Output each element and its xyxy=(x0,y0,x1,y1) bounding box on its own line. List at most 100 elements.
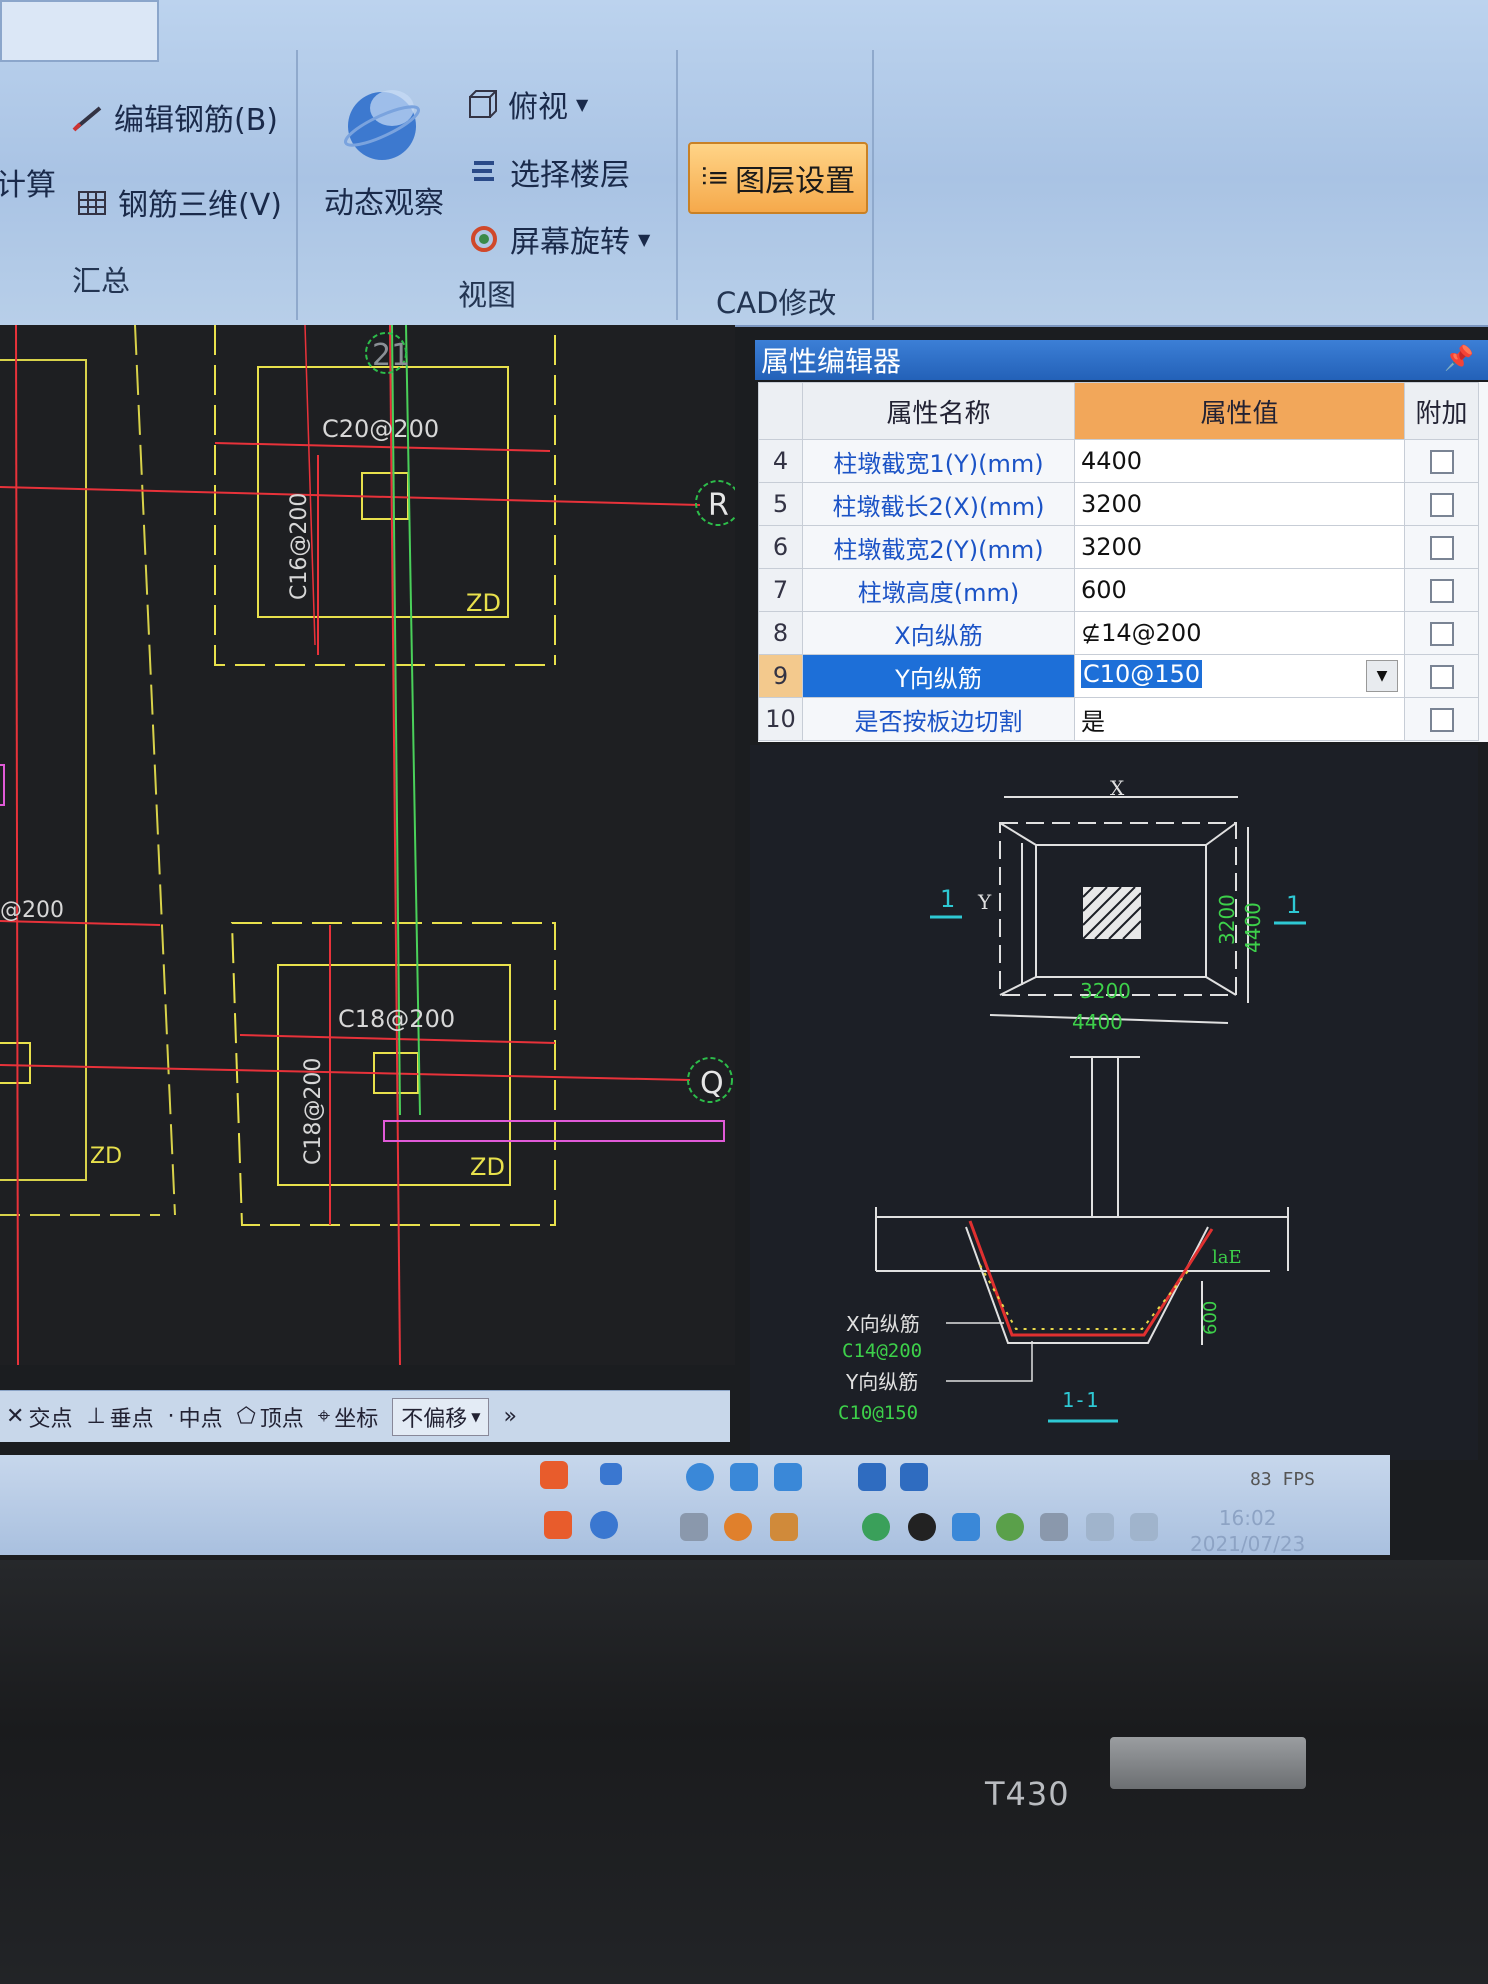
printer-icon[interactable] xyxy=(680,1513,708,1541)
extra-checkbox[interactable] xyxy=(1429,579,1454,603)
section-name-label: 1-1 xyxy=(1062,1388,1098,1412)
floor-layers-icon xyxy=(468,157,502,187)
property-value[interactable]: ⊈14@200 xyxy=(1074,611,1405,655)
rebar-3d-button[interactable]: 钢筋三维(V) xyxy=(76,180,282,224)
dim-3200-horizontal: 3200 xyxy=(1080,979,1131,1003)
microphone-icon[interactable] xyxy=(730,1463,758,1491)
green-beam-2 xyxy=(405,325,421,1116)
extra-checkbox[interactable] xyxy=(1429,493,1454,517)
app-tray-icon[interactable] xyxy=(724,1513,752,1541)
layer-settings-icon: ⫶≡ xyxy=(700,162,730,193)
sogou-input-icon[interactable] xyxy=(540,1461,568,1489)
select-floor-button[interactable]: 选择楼层 xyxy=(468,150,630,194)
rebar-label-c18-h: C18@200 xyxy=(338,1005,455,1033)
property-grid: 属性名称 属性值 附加 4 柱墩截宽1(Y)(mm) 4400 5 柱墩截长2(… xyxy=(758,382,1479,741)
dim-4400-horizontal: 4400 xyxy=(1072,1010,1123,1034)
section-column xyxy=(1070,1056,1140,1217)
clipboard-icon[interactable] xyxy=(1040,1513,1068,1541)
cad-canvas[interactable]: 21 R Q C20@200 C16@200 ZD @200 ZD C18@20… xyxy=(0,325,735,1365)
mode-a-icon[interactable] xyxy=(600,1463,622,1485)
extra-cell xyxy=(1404,697,1479,741)
taskbar: 83 FPS xyxy=(0,1455,1390,1555)
snap-coordinate[interactable]: ⌖ 坐标 xyxy=(318,1401,378,1433)
system-clock[interactable]: 16:02 2021/07/23 xyxy=(1190,1505,1305,1557)
leader-y-rebar xyxy=(946,1341,1033,1382)
row-index: 4 xyxy=(758,439,803,483)
keyboard-icon[interactable] xyxy=(774,1463,802,1491)
group-divider xyxy=(872,50,874,320)
axis-label-21: 21 xyxy=(372,338,410,373)
property-value[interactable]: 3200 xyxy=(1074,525,1405,569)
lae-label: laE xyxy=(1212,1247,1242,1268)
extra-checkbox[interactable] xyxy=(1429,622,1454,646)
laptop-model-label: T430 xyxy=(985,1775,1070,1813)
property-row[interactable]: 10 是否按板边切割 是 xyxy=(758,697,1479,741)
qq-icon[interactable] xyxy=(908,1513,936,1541)
property-row[interactable]: 7 柱墩高度(mm) 600 xyxy=(758,568,1479,612)
screen-rotate-button[interactable]: 屏幕旋转 ▼ xyxy=(468,217,650,261)
layer-settings-label: 图层设置 xyxy=(735,164,856,199)
screen-rotate-label: 屏幕旋转 xyxy=(510,225,630,260)
rotate-icon xyxy=(468,224,502,254)
skin-icon[interactable] xyxy=(858,1463,886,1491)
extra-cell xyxy=(1404,611,1479,655)
property-value-editor[interactable]: C10@150 ▼ xyxy=(1074,654,1405,698)
footing-label-zd-upper: ZD xyxy=(466,589,501,617)
vertex-icon: ⬠ xyxy=(236,1404,256,1429)
extra-cell xyxy=(1404,568,1479,612)
toolbox-icon[interactable] xyxy=(900,1463,928,1491)
sogou-tray-icon[interactable] xyxy=(544,1511,572,1539)
security-icon[interactable] xyxy=(996,1513,1024,1541)
wifi-signal-icon[interactable] xyxy=(1086,1513,1114,1541)
extra-cell xyxy=(1404,439,1479,483)
magenta-mark xyxy=(0,764,5,806)
extra-cell xyxy=(1404,482,1479,526)
group-summary-label: 汇总 xyxy=(72,264,131,298)
snap-perpendicular[interactable]: ⊥ 垂点 xyxy=(86,1401,153,1433)
edit-rebar-label: 编辑钢筋(B) xyxy=(114,103,278,138)
property-row-selected[interactable]: 9 Y向纵筋 C10@150 ▼ xyxy=(758,654,1479,698)
chevron-down-icon[interactable]: ▼ xyxy=(1366,660,1398,692)
extra-checkbox[interactable] xyxy=(1429,536,1454,560)
pin-icon[interactable]: 📌 xyxy=(1444,344,1474,372)
wechat-icon[interactable] xyxy=(862,1513,890,1541)
snap-vertex[interactable]: ⬠ 顶点 xyxy=(237,1401,304,1433)
property-row[interactable]: 4 柱墩截宽1(Y)(mm) 4400 xyxy=(758,439,1479,483)
calendar-icon[interactable] xyxy=(770,1513,798,1541)
perpendicular-icon: ⊥ xyxy=(86,1404,106,1429)
dynamic-view-button[interactable]: 动态观察 xyxy=(320,78,460,221)
property-row[interactable]: 5 柱墩截长2(X)(mm) 3200 xyxy=(758,482,1479,526)
property-row[interactable]: 8 X向纵筋 ⊈14@200 xyxy=(758,611,1479,655)
property-value[interactable]: 4400 xyxy=(1074,439,1405,483)
network-app-icon[interactable] xyxy=(952,1513,980,1541)
section-rebar-red xyxy=(968,1220,1214,1337)
more-button[interactable]: » xyxy=(503,1404,516,1429)
snap-intersection[interactable]: ✕ 交点 xyxy=(6,1401,72,1433)
snap-midpoint-label: 中点 xyxy=(178,1406,223,1432)
edit-rebar-button[interactable]: 编辑钢筋(B) xyxy=(72,95,278,139)
cad-drawing: 21 R Q C20@200 C16@200 ZD @200 ZD C18@20… xyxy=(0,325,735,1365)
snap-midpoint[interactable]: ⋅ 中点 xyxy=(168,1401,223,1433)
offset-dropdown[interactable]: 不偏移 ▼ xyxy=(392,1397,490,1436)
snap-intersection-label: 交点 xyxy=(28,1406,73,1432)
top-view-button[interactable]: 俯视 ▼ xyxy=(466,82,588,126)
extra-checkbox[interactable] xyxy=(1429,450,1454,474)
extra-checkbox[interactable] xyxy=(1429,665,1454,689)
property-row[interactable]: 6 柱墩截宽2(Y)(mm) 3200 xyxy=(758,525,1479,569)
globe-icon xyxy=(344,90,420,160)
emoji-icon[interactable] xyxy=(686,1463,714,1491)
property-value[interactable]: 600 xyxy=(1074,568,1405,612)
rebar-label-c18-v: C18@200 xyxy=(301,1058,326,1165)
property-value[interactable]: 是 xyxy=(1074,697,1405,741)
extra-checkbox[interactable] xyxy=(1429,708,1454,732)
layer-settings-button[interactable]: ⫶≡ 图层设置 xyxy=(688,142,868,214)
dim-3200-vertical: 3200 xyxy=(1215,894,1239,945)
help-icon[interactable] xyxy=(590,1511,618,1539)
property-value-text[interactable]: C10@150 xyxy=(1081,660,1203,688)
quick-access-box[interactable] xyxy=(0,0,159,62)
property-name: 柱墩截宽1(Y)(mm) xyxy=(802,439,1075,483)
property-name: 柱墩截长2(X)(mm) xyxy=(802,482,1075,526)
volume-icon[interactable] xyxy=(1130,1513,1158,1541)
calculate-button[interactable]: 计算 xyxy=(0,160,56,204)
property-value[interactable]: 3200 xyxy=(1074,482,1405,526)
